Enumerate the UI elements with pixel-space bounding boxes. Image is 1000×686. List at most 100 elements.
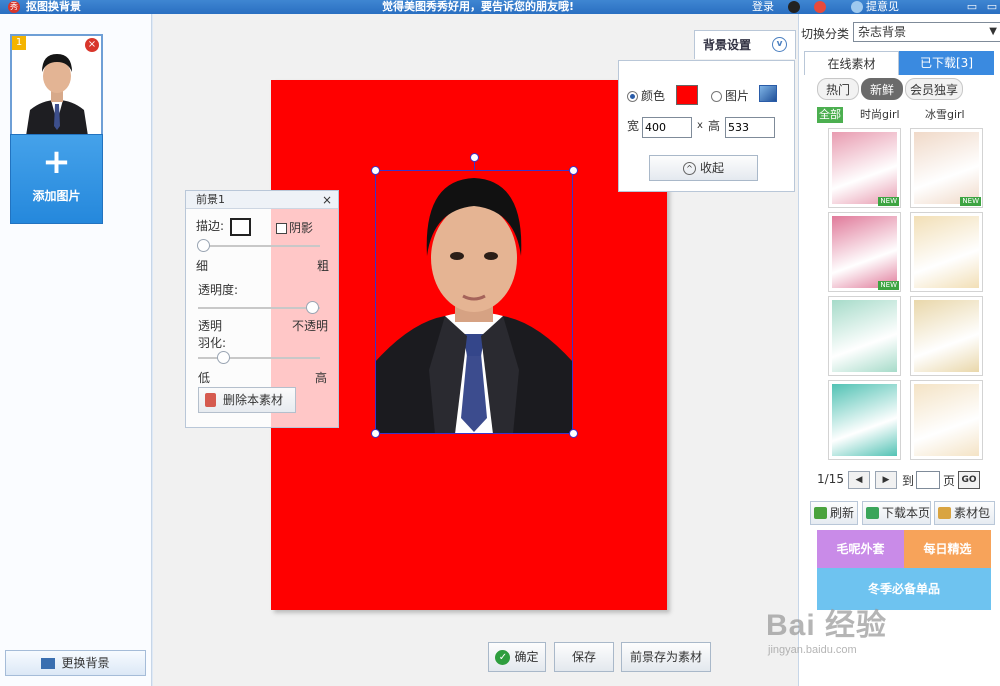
filter-snow-girl[interactable]: 冰雪girl [925, 107, 965, 123]
subtab-hot[interactable]: 热门 [817, 78, 859, 100]
watermark: Bai 经验 jingyan.baidu.com [766, 600, 992, 660]
category-label: 切换分类 [801, 27, 850, 41]
prev-page-icon[interactable]: ◀ [848, 471, 870, 489]
photo-thumbnail[interactable]: 1 × [10, 34, 103, 140]
chevron-down-icon[interactable]: v [772, 37, 787, 52]
opacity-slider-knob[interactable] [306, 301, 319, 314]
collapse-label: 收起 [699, 161, 724, 175]
material-tile-floral-cream[interactable] [910, 380, 983, 460]
opacity-min-label: 透明 [198, 319, 223, 333]
selection-box[interactable] [371, 153, 578, 438]
login-link[interactable]: 登录 [752, 0, 774, 14]
material-thumbnail [914, 216, 979, 288]
delete-material-button[interactable]: 删除本素材 [198, 387, 296, 413]
feather-min-label: 低 [198, 371, 211, 385]
stroke-color-swatch[interactable] [230, 217, 252, 236]
close-icon[interactable]: × [322, 191, 332, 209]
filter-fashion-girl[interactable]: 时尚girl [860, 107, 900, 123]
page-label: 页 [943, 474, 956, 488]
download-page-button[interactable]: 下载本页 [862, 501, 931, 525]
go-button[interactable]: GO [958, 471, 980, 489]
close-icon[interactable]: × [85, 38, 99, 52]
person-thumbnail-image [22, 40, 92, 136]
opacity-slider[interactable] [198, 301, 320, 314]
app-logo-icon: 秀 [8, 1, 20, 13]
feather-slider[interactable] [198, 351, 320, 364]
rotate-handle[interactable] [470, 153, 479, 162]
opacity-label: 透明度: [198, 283, 239, 297]
save-foreground-material-button[interactable]: 前景存为素材 [621, 642, 711, 672]
page-indicator: 1/15 [817, 472, 844, 486]
filter-all[interactable]: 全部 [817, 107, 843, 123]
material-thumbnail [832, 300, 897, 372]
tab-online-materials[interactable]: 在线素材 [804, 51, 899, 75]
promo-wool-coat[interactable]: 毛呢外套 [817, 530, 904, 568]
resize-handle-bottom-left[interactable] [371, 429, 380, 438]
tab-downloaded[interactable]: 已下载[3] [899, 51, 994, 75]
stroke-row: 描边: [196, 217, 252, 236]
close-window-icon[interactable]: ▭ [986, 1, 998, 12]
add-image-button[interactable]: + 添加图片 [10, 134, 103, 224]
radio-icon[interactable] [627, 91, 638, 102]
feather-label: 羽化: [198, 336, 227, 350]
refresh-button[interactable]: 刷新 [810, 501, 858, 525]
feather-slider-knob[interactable] [216, 351, 230, 364]
weibo-icon[interactable] [814, 1, 826, 13]
material-pack-button[interactable]: 素材包 [934, 501, 995, 525]
material-tile-oval-frame[interactable] [910, 296, 983, 376]
replace-background-label: 更换背景 [61, 656, 110, 670]
promo-banner[interactable]: 毛呢外套 每日精选 冬季必备单品 [817, 530, 991, 610]
canvas-area: 前景1 × 描边: 阴影 细 粗 透明度: 透明 不透明 羽化: 低 高 删除本… [153, 14, 798, 686]
add-image-label: 添加图片 [32, 189, 81, 203]
material-tile-floral-mint[interactable] [828, 296, 901, 376]
resize-handle-top-right[interactable] [569, 166, 578, 175]
delete-material-label: 删除本素材 [223, 393, 284, 407]
material-tile-vintage-paper[interactable] [910, 212, 983, 292]
width-input[interactable] [642, 117, 692, 138]
image-radio[interactable]: 图片 [711, 87, 749, 104]
checkbox-icon[interactable] [276, 223, 287, 234]
image-label: 图片 [725, 89, 750, 103]
qq-penguin-icon[interactable] [788, 1, 800, 13]
stroke-slider-knob[interactable] [197, 239, 210, 252]
subtab-fresh[interactable]: 新鲜 [861, 78, 903, 100]
background-settings-label: 背景设置 [703, 38, 752, 52]
material-tabs: 在线素材 已下载[3] [804, 51, 994, 75]
material-tile-teal-frame[interactable] [828, 380, 901, 460]
height-input[interactable] [725, 117, 775, 138]
resize-handle-bottom-right[interactable] [569, 429, 578, 438]
material-thumbnail [914, 300, 979, 372]
material-tile-ice-cream-cream[interactable]: NEW [910, 128, 983, 208]
picture-icon[interactable] [759, 85, 777, 102]
feedback-icon [851, 1, 863, 13]
color-radio[interactable]: 颜色 [627, 87, 665, 104]
promo-daily-picks[interactable]: 每日精选 [904, 530, 991, 568]
category-select[interactable]: 杂志背景 ▼ [853, 22, 1000, 42]
background-settings-tab[interactable]: 背景设置 v [694, 30, 796, 59]
shadow-label: 阴影 [289, 221, 314, 235]
check-icon: ✓ [495, 650, 511, 665]
feather-max-label: 高 [315, 371, 328, 385]
collapse-button[interactable]: ^ 收起 [649, 155, 758, 181]
next-page-icon[interactable]: ▶ [875, 471, 897, 489]
resize-handle-top-left[interactable] [371, 166, 380, 175]
background-color-swatch[interactable] [676, 85, 698, 105]
new-badge: NEW [878, 281, 899, 290]
stroke-slider[interactable] [197, 239, 320, 252]
feedback-link[interactable]: 提意见 [866, 0, 899, 14]
page-number-input[interactable] [916, 471, 940, 489]
watermark-url: jingyan.baidu.com [768, 644, 857, 656]
radio-icon[interactable] [711, 91, 722, 102]
title-bar: 秀 抠图换背景 觉得美图秀秀好用，要告诉您的朋友哦! 登录 提意见 ▭ ▭ [0, 0, 1000, 14]
material-tile-delicious-pink[interactable]: NEW [828, 212, 901, 292]
replace-background-button[interactable]: 更换背景 [5, 650, 146, 676]
minimize-icon[interactable]: ▭ [966, 1, 978, 12]
new-badge: NEW [960, 197, 981, 206]
chevron-up-icon: ^ [682, 162, 696, 175]
shadow-checkbox[interactable]: 阴影 [276, 219, 313, 236]
subtab-vip[interactable]: 会员独享 [905, 78, 963, 100]
confirm-button[interactable]: ✓ 确定 [488, 642, 546, 672]
foreground-settings-panel: 前景1 × 描边: 阴影 细 粗 透明度: 透明 不透明 羽化: 低 高 删除本… [185, 190, 339, 428]
save-button[interactable]: 保存 [554, 642, 614, 672]
material-tile-ice-cream-pink[interactable]: NEW [828, 128, 901, 208]
